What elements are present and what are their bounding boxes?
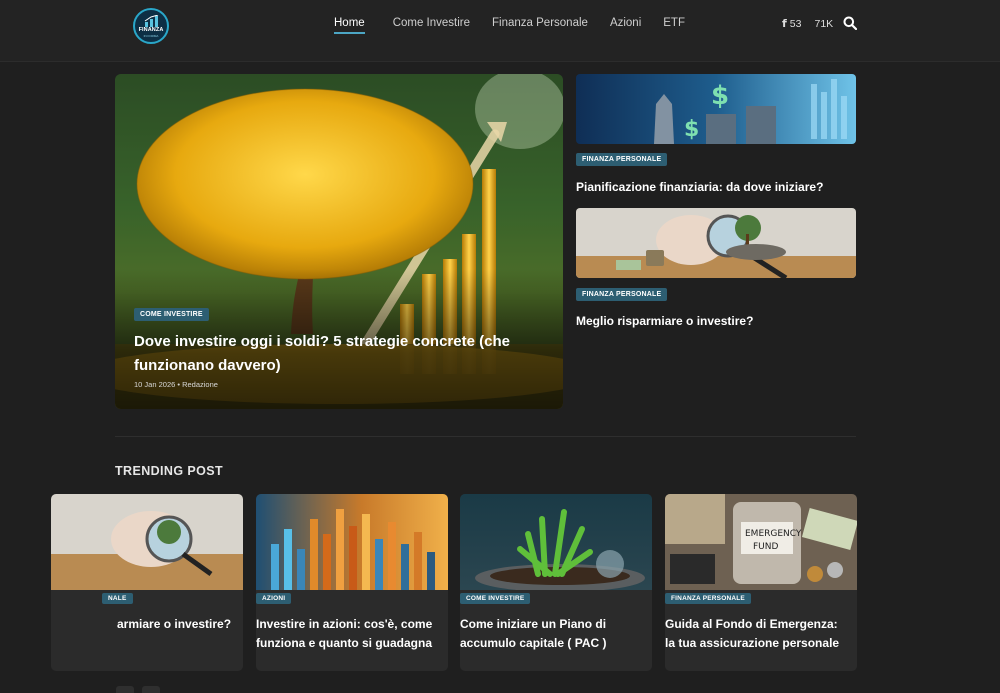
trending-card-3[interactable]: COME INVESTIRE Come iniziare un Piano di… <box>460 494 652 671</box>
nav-finanza-personale[interactable]: Finanza Personale <box>492 15 588 31</box>
trending-card-2-image <box>256 494 448 590</box>
nav-azioni[interactable]: Azioni <box>610 15 641 31</box>
trending-card-2-badge[interactable]: AZIONI <box>256 593 292 604</box>
nav-etf[interactable]: ETF <box>663 15 685 31</box>
section-divider <box>115 436 856 437</box>
logo-text: FINANZA <box>138 27 164 33</box>
trending-card-1[interactable]: NALE armiare o investire? <box>51 494 243 671</box>
side-article-1-title[interactable]: Pianificazione finanziaria: da dove iniz… <box>576 180 856 194</box>
side-article-2-title[interactable]: Meglio risparmiare o investire? <box>576 314 856 328</box>
carousel-controls <box>116 686 160 693</box>
hero-title[interactable]: Dove investire oggi i soldi? 5 strategie… <box>134 330 544 378</box>
trending-card-4-badge[interactable]: FINANZA PERSONALE <box>665 593 751 604</box>
svg-text:$: $ <box>684 117 699 142</box>
hero-meta: 10 Jan 2026 • Redazione <box>134 380 218 389</box>
followers-count[interactable]: 71K <box>814 18 833 30</box>
trending-card-1-title[interactable]: armiare o investire? <box>117 615 243 634</box>
facebook-icon[interactable]: f <box>782 17 787 30</box>
facebook-count[interactable]: 53 <box>790 18 802 30</box>
trending-card-1-image <box>51 494 243 590</box>
trending-card-4-title[interactable]: Guida al Fondo di Emergenza: la tua assi… <box>665 615 849 653</box>
side-article-2-image[interactable] <box>576 208 856 278</box>
site-logo[interactable]: FINANZA IN FORMA <box>133 8 169 44</box>
search-icon[interactable] <box>843 16 857 30</box>
trending-card-2[interactable]: AZIONI Investire in azioni: cos'è, come … <box>256 494 448 671</box>
nav-home[interactable]: Home <box>334 15 365 34</box>
svg-text:EMERGENCY: EMERGENCY <box>745 529 802 539</box>
main-nav: Home Come Investire Finanza Personale Az… <box>334 15 685 34</box>
trending-card-3-badge[interactable]: COME INVESTIRE <box>460 593 531 604</box>
side-article-2-badge[interactable]: FINANZA PERSONALE <box>576 288 668 301</box>
finance-dollar-illustration: $ $ <box>576 74 856 144</box>
svg-text:FUND: FUND <box>753 542 778 552</box>
trending-card-4[interactable]: EMERGENCY FUND FINANZA PERSONALE Guida a… <box>665 494 857 671</box>
svg-text:$: $ <box>711 81 729 111</box>
side-article-1-image[interactable]: $ $ <box>576 74 856 144</box>
social-counters: f 53 71K <box>782 17 833 30</box>
trending-card-1-badge[interactable]: NALE <box>102 593 133 604</box>
trending-card-2-title[interactable]: Investire in azioni: cos'è, come funzion… <box>256 615 440 653</box>
logo-subtext: IN FORMA <box>143 34 159 38</box>
carousel-prev-button[interactable] <box>116 686 134 693</box>
carousel-next-button[interactable] <box>142 686 160 693</box>
hero-category-badge[interactable]: COME INVESTIRE <box>134 308 209 321</box>
site-header: FINANZA IN FORMA Home Come Investire Fin… <box>0 0 1000 62</box>
trending-card-3-title[interactable]: Come iniziare un Piano di accumulo capit… <box>460 615 644 653</box>
side-article-1-badge[interactable]: FINANZA PERSONALE <box>576 153 668 166</box>
nav-come-investire[interactable]: Come Investire <box>393 15 470 31</box>
piggy-bank-illustration <box>576 208 856 278</box>
trending-card-3-image <box>460 494 652 590</box>
trending-heading: TRENDING POST <box>115 464 223 478</box>
chart-logo-icon <box>144 15 159 27</box>
trending-card-4-image: EMERGENCY FUND <box>665 494 857 590</box>
hero-article[interactable]: COME INVESTIRE Dove investire oggi i sol… <box>115 74 563 409</box>
